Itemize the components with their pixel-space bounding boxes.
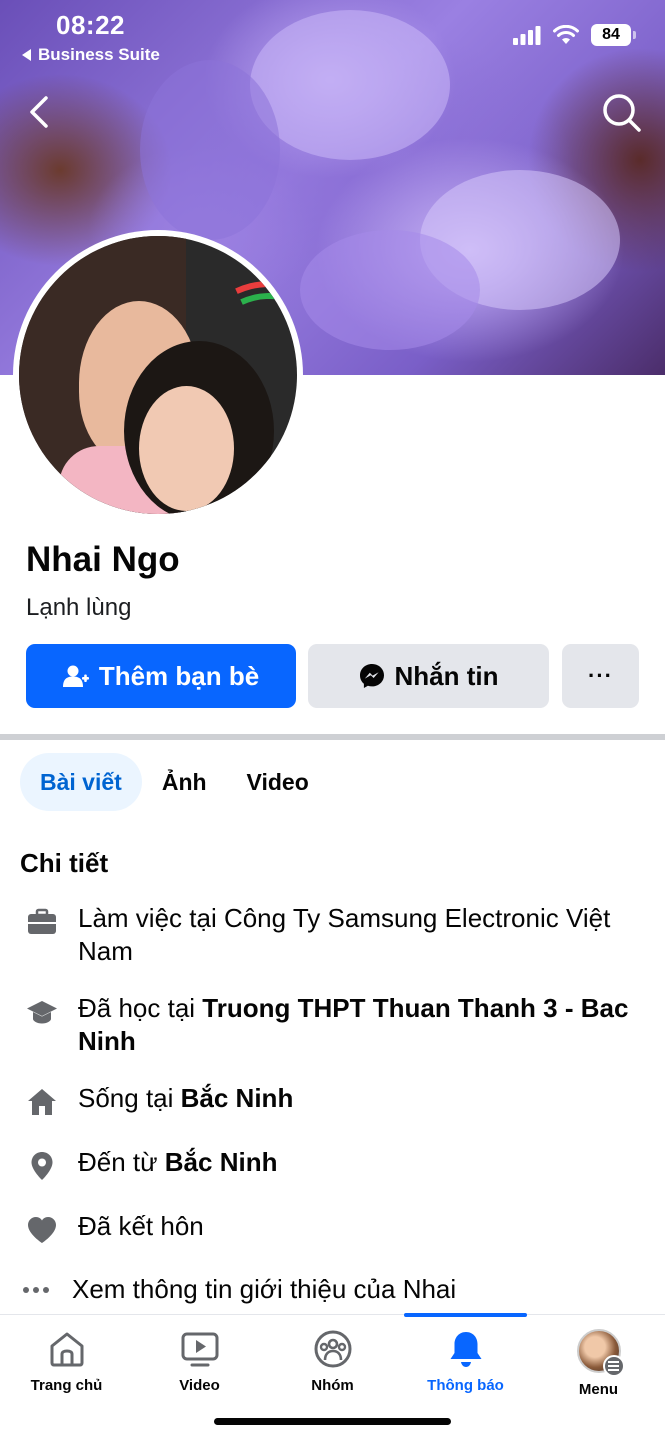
detail-education-text: Đã học tại Truong THPT Thuan Thanh 3 - B… xyxy=(78,992,646,1058)
detail-relationship: Đã kết hôn xyxy=(26,1210,646,1246)
back-to-app-link[interactable]: Business Suite xyxy=(22,45,160,65)
profile-picture[interactable] xyxy=(13,230,303,520)
search-icon xyxy=(603,94,641,132)
back-app-label: Business Suite xyxy=(38,45,160,64)
battery-indicator: 84 xyxy=(591,24,636,46)
see-about-info-label: Xem thông tin giới thiệu của Nhai xyxy=(72,1274,457,1304)
detail-from: Đến từ Bắc Ninh xyxy=(26,1146,646,1182)
more-options-button[interactable]: ··· xyxy=(562,644,639,708)
more-options-label: ··· xyxy=(588,663,613,688)
profile-tabs: Bài viết Ảnh Video xyxy=(20,753,329,811)
cellular-signal-icon xyxy=(513,26,541,45)
add-friend-icon xyxy=(62,665,89,687)
nav-home[interactable]: Trang chủ xyxy=(0,1329,133,1394)
bell-icon xyxy=(450,1332,481,1367)
location-pin-icon xyxy=(31,1152,53,1180)
detail-work-text: Làm việc tại Công Ty Samsung Electronic … xyxy=(78,903,611,966)
groups-icon xyxy=(314,1330,351,1368)
message-label: Nhắn tin xyxy=(394,660,499,691)
detail-lives: Sống tại Bắc Ninh xyxy=(26,1082,646,1118)
search-button[interactable] xyxy=(601,92,643,134)
details-heading: Chi tiết xyxy=(20,848,109,878)
profile-name: Nhai Ngo xyxy=(26,540,180,579)
nav-video[interactable]: Video xyxy=(133,1329,266,1394)
nav-home-label: Trang chủ xyxy=(30,1377,103,1394)
from-place[interactable]: Bắc Ninh xyxy=(165,1147,278,1177)
lives-place[interactable]: Bắc Ninh xyxy=(181,1083,294,1113)
nav-notifications[interactable]: Thông báo xyxy=(399,1329,532,1394)
home-indicator xyxy=(214,1418,451,1425)
status-bar: 08:22 Business Suite 84 xyxy=(0,0,665,75)
nav-video-label: Video xyxy=(179,1377,220,1394)
detail-lives-text: Sống tại Bắc Ninh xyxy=(78,1082,293,1115)
nav-groups[interactable]: Nhóm xyxy=(266,1329,399,1394)
messenger-icon xyxy=(359,664,384,688)
cover-petal xyxy=(140,60,280,240)
detail-work: Làm việc tại Công Ty Samsung Electronic … xyxy=(26,902,646,968)
wifi-icon xyxy=(553,25,579,44)
detail-education: Đã học tại Truong THPT Thuan Thanh 3 - B… xyxy=(26,992,646,1058)
home-icon xyxy=(28,1089,56,1115)
from-prefix: Đến từ xyxy=(78,1147,165,1177)
nav-groups-label: Nhóm xyxy=(311,1377,354,1394)
nav-notifications-label: Thông báo xyxy=(427,1377,504,1394)
more-dots-icon xyxy=(23,1286,49,1293)
status-time: 08:22 xyxy=(56,10,125,40)
add-friend-label: Thêm bạn bè xyxy=(98,660,260,691)
back-button[interactable] xyxy=(22,92,62,132)
profile-bio: Lạnh lùng xyxy=(26,594,132,621)
tab-posts[interactable]: Bài viết xyxy=(20,753,142,811)
menu-lines-glyph xyxy=(608,1361,619,1371)
briefcase-icon xyxy=(28,908,56,934)
status-icons: 84 xyxy=(513,24,636,46)
graduation-cap-icon xyxy=(27,1001,57,1024)
tab-photos[interactable]: Ảnh xyxy=(142,753,227,811)
menu-lines-icon xyxy=(602,1355,625,1377)
menu-avatar xyxy=(576,1329,625,1377)
section-divider xyxy=(0,734,665,740)
heart-icon xyxy=(28,1217,56,1243)
home-icon xyxy=(50,1332,83,1367)
see-about-info-link[interactable]: Xem thông tin giới thiệu của Nhai xyxy=(22,1274,456,1305)
message-button[interactable]: Nhắn tin xyxy=(308,644,549,708)
cover-petal xyxy=(300,230,480,350)
nav-menu[interactable]: Menu xyxy=(532,1329,665,1398)
tab-videos[interactable]: Video xyxy=(227,753,329,811)
nav-menu-label: Menu xyxy=(578,1381,619,1398)
back-triangle-icon xyxy=(22,49,31,61)
photo-shape xyxy=(139,386,234,511)
add-friend-button[interactable]: Thêm bạn bè xyxy=(26,644,296,708)
detail-from-text: Đến từ Bắc Ninh xyxy=(78,1146,277,1179)
profile-photo xyxy=(19,236,297,514)
education-prefix: Đã học tại xyxy=(78,993,203,1023)
video-icon xyxy=(181,1332,218,1367)
active-tab-indicator xyxy=(404,1313,527,1317)
lives-prefix: Sống tại xyxy=(78,1083,181,1113)
chevron-left-icon xyxy=(30,96,48,128)
detail-relationship-text: Đã kết hôn xyxy=(78,1211,204,1241)
